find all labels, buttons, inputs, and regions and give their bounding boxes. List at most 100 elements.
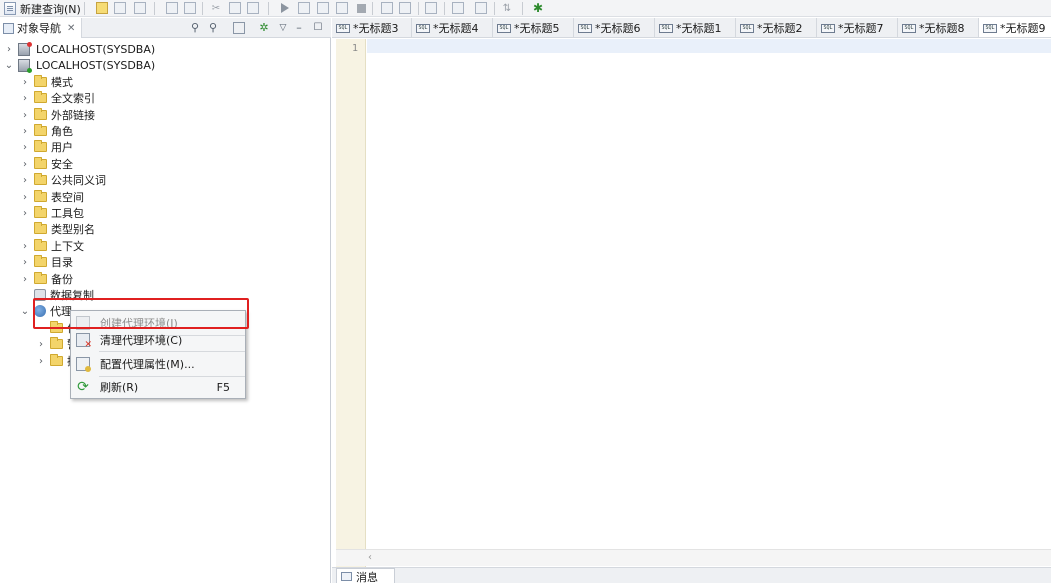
folder-icon: [34, 108, 47, 120]
collapse-all-icon[interactable]: ✲: [258, 22, 270, 34]
format-icon[interactable]: [399, 2, 411, 14]
tab-label: *无标题8: [919, 22, 965, 35]
tab-untitled-6[interactable]: SQL *无标题6: [574, 18, 655, 37]
bug-icon[interactable]: ✱: [532, 1, 544, 15]
undo-icon[interactable]: [166, 2, 178, 14]
redo-icon[interactable]: [184, 2, 196, 14]
folder-icon: [34, 173, 47, 185]
tree-node-tablespaces[interactable]: › 表空间: [19, 189, 84, 205]
filter-icon[interactable]: [233, 22, 245, 34]
explain-icon[interactable]: [381, 2, 393, 14]
tab-untitled-1[interactable]: SQL *无标题1: [655, 18, 736, 37]
chevron-right-icon[interactable]: ›: [35, 336, 47, 352]
tab-untitled-7[interactable]: SQL *无标题7: [817, 18, 898, 37]
chevron-right-icon[interactable]: ›: [19, 139, 31, 155]
tree-node-users[interactable]: › 用户: [19, 139, 73, 155]
chevron-right-icon[interactable]: ›: [19, 205, 31, 221]
tree-node-label: 模式: [51, 76, 73, 89]
chevron-right-icon[interactable]: ›: [19, 271, 31, 287]
run-step-icon[interactable]: [317, 2, 329, 14]
line-number: 1: [351, 43, 358, 54]
tab-label: *无标题2: [757, 22, 803, 35]
maximize-icon[interactable]: ☐: [312, 22, 324, 34]
chevron-right-icon[interactable]: ›: [19, 90, 31, 106]
run-icon[interactable]: [281, 3, 289, 13]
tree-node-directories[interactable]: › 目录: [19, 254, 73, 270]
link-icon[interactable]: [475, 2, 487, 14]
toolbar-separator: [84, 2, 85, 15]
tab-messages[interactable]: 消息: [336, 568, 395, 583]
horizontal-scrollbar[interactable]: ‹: [336, 549, 1051, 566]
folder-icon: [50, 354, 63, 366]
tree-node-packages[interactable]: › 工具包: [19, 205, 84, 221]
refresh-icon: ⟳: [77, 379, 89, 395]
open-file-icon[interactable]: [96, 2, 108, 14]
tab-untitled-3[interactable]: SQL *无标题3: [332, 18, 412, 37]
folder-icon: [34, 157, 47, 169]
tree-node-external-links[interactable]: › 外部链接: [19, 107, 95, 123]
folder-icon: [34, 91, 47, 103]
tree-node-context[interactable]: › 上下文: [19, 238, 84, 254]
history-icon[interactable]: [425, 2, 437, 14]
chevron-right-icon[interactable]: ›: [19, 172, 31, 188]
menu-item-clean-agent-env[interactable]: 清理代理环境(C): [72, 329, 244, 351]
chevron-down-icon[interactable]: ⌄: [19, 303, 31, 319]
tree-expander: [19, 221, 31, 237]
chevron-right-icon[interactable]: ›: [19, 123, 31, 139]
run-script-icon[interactable]: [336, 2, 348, 14]
disconnect-icon[interactable]: ⚲: [207, 22, 219, 34]
cut-icon[interactable]: ✂: [210, 2, 222, 14]
stop-icon[interactable]: [357, 4, 366, 13]
chevron-right-icon[interactable]: ›: [19, 238, 31, 254]
tree-node-roles[interactable]: › 角色: [19, 123, 73, 139]
tab-untitled-8[interactable]: SQL *无标题8: [898, 18, 979, 37]
menu-item-configure-agent[interactable]: 配置代理属性(M)...: [72, 353, 244, 375]
tree-node-backup[interactable]: › 备份: [19, 271, 73, 287]
view-menu-icon[interactable]: ▽: [277, 22, 289, 34]
new-query-button[interactable]: 新建查询(N): [4, 1, 81, 16]
scroll-left-icon[interactable]: ‹: [368, 552, 372, 563]
close-icon[interactable]: ✕: [67, 23, 75, 34]
tree-node-type-aliases[interactable]: 类型别名: [19, 221, 95, 237]
navigator-icon: [3, 22, 14, 34]
chevron-right-icon[interactable]: ›: [19, 189, 31, 205]
tab-untitled-2[interactable]: SQL *无标题2: [736, 18, 817, 37]
tree-node-label: 角色: [51, 125, 73, 138]
folder-icon: [34, 190, 47, 202]
tab-untitled-5[interactable]: SQL *无标题5: [493, 18, 574, 37]
save-icon[interactable]: [114, 2, 126, 14]
save-all-icon[interactable]: [134, 2, 146, 14]
chevron-down-icon[interactable]: ⌄: [3, 57, 15, 73]
tab-untitled-4[interactable]: SQL *无标题4: [412, 18, 493, 37]
menu-item-refresh[interactable]: ⟳ 刷新(R) F5: [72, 376, 244, 398]
chevron-right-icon[interactable]: ›: [19, 107, 31, 123]
tree-node-schema[interactable]: › 模式: [19, 74, 73, 90]
folder-icon: [34, 206, 47, 218]
tree-node-security[interactable]: › 安全: [19, 156, 73, 172]
tab-untitled-9[interactable]: SQL *无标题9: [979, 18, 1051, 37]
minimize-icon[interactable]: –: [293, 22, 305, 34]
run-selection-icon[interactable]: [298, 2, 310, 14]
chevron-right-icon[interactable]: ›: [35, 353, 47, 369]
chevron-right-icon[interactable]: ›: [3, 41, 15, 57]
tree-node-fulltext-index[interactable]: › 全文索引: [19, 90, 95, 106]
toolbar-separator: [444, 2, 445, 15]
tree-server-row[interactable]: ⌄ LOCALHOST(SYSDBA): [3, 57, 155, 73]
tree-node-label: 工具包: [51, 207, 84, 220]
tree-node-public-synonyms[interactable]: › 公共同义词: [19, 172, 106, 188]
menu-item-label: 刷新(R): [100, 381, 139, 394]
configure-icon: [76, 357, 91, 372]
copy-icon[interactable]: [229, 2, 241, 14]
tab-object-navigator[interactable]: 对象导航 ✕: [0, 18, 83, 38]
connect-icon[interactable]: ⚲: [189, 22, 201, 34]
refresh-shortcut: F5: [216, 380, 230, 394]
chevron-right-icon[interactable]: ›: [19, 74, 31, 90]
sql-text-area[interactable]: [367, 39, 1051, 53]
messages-icon: [341, 572, 352, 581]
chevron-right-icon[interactable]: ›: [19, 156, 31, 172]
grid-icon[interactable]: [452, 2, 464, 14]
paste-icon[interactable]: [247, 2, 259, 14]
chevron-right-icon[interactable]: ›: [19, 254, 31, 270]
debug-step-icon[interactable]: ⇅: [501, 2, 513, 14]
tree-server-row[interactable]: › LOCALHOST(SYSDBA): [3, 41, 155, 57]
